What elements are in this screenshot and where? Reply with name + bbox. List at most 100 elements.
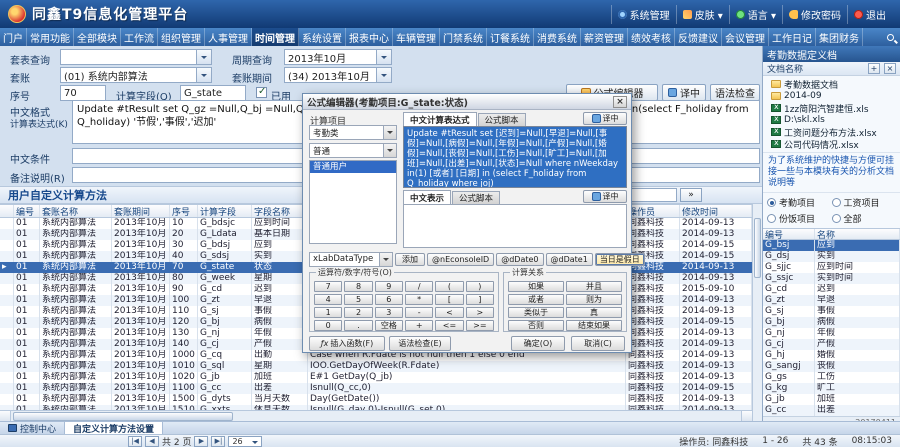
first-page-button[interactable]: |◀ (128, 436, 142, 447)
calc-field-input[interactable]: G_state (180, 85, 246, 101)
panel-table-row[interactable]: G_bj 病假 (763, 317, 900, 328)
menu-tab[interactable]: 全部模块 (74, 28, 121, 46)
keypad-button[interactable]: + (405, 320, 433, 331)
tab-custom-calc-settings[interactable]: 自定义计算方法设置 (65, 422, 163, 434)
seq-input[interactable]: 70 (60, 85, 106, 101)
menu-tab[interactable]: 反馈建议 (675, 28, 722, 46)
menu-tab[interactable]: 系统设置 (299, 28, 346, 46)
tab-cn-display[interactable]: 中文表示 (403, 190, 451, 204)
keypad-button[interactable]: 8 (344, 281, 372, 292)
vertical-scroll-thumb[interactable] (754, 218, 761, 278)
quick-fill-go-button[interactable]: » (680, 188, 702, 202)
titlebar-action-button[interactable]: 系统管理 (611, 5, 676, 24)
keypad-button[interactable]: . (344, 320, 372, 331)
dialog-syntax-check-button[interactable]: 语法检查(E) (389, 336, 451, 351)
keypad-button[interactable]: 9 (375, 281, 403, 292)
keypad-button[interactable]: 2 (344, 307, 372, 318)
titlebar-action-button[interactable]: 退出 (847, 5, 892, 24)
panel-table-row[interactable]: G_nj 年假 (763, 328, 900, 339)
horizontal-scrollbar[interactable] (0, 410, 752, 421)
quick-insert-button[interactable]: 当日是假日 (595, 253, 645, 266)
panel-table-row[interactable]: G_zt 早退 (763, 295, 900, 306)
panel-table-row[interactable]: G_cc 出差 (763, 405, 900, 416)
tree-item[interactable]: 2014-09 (763, 90, 900, 102)
panel-table-row[interactable]: G_bsj 应到 (763, 240, 900, 251)
tab-formula-script-1[interactable]: 公式脚本 (478, 113, 526, 126)
col-account-period[interactable]: 套账期间 (112, 205, 170, 217)
relation-button[interactable]: 结束如果 (566, 320, 622, 331)
next-page-button[interactable]: ▶ (194, 436, 208, 447)
panel-table-row[interactable]: G_jb 加班 (763, 394, 900, 405)
col-field-name[interactable]: 字段名称 (252, 205, 308, 217)
menu-tab[interactable]: 组织管理 (158, 28, 205, 46)
quick-insert-button[interactable]: @nEconsoleID (427, 253, 494, 266)
titlebar-action-button[interactable]: 皮肤 ▾ (676, 5, 729, 24)
tree-item[interactable]: D:\skl.xls (763, 114, 900, 126)
panel-table-row[interactable]: G_sangj 丧假 (763, 361, 900, 372)
quick-insert-button[interactable]: @dDate0 (496, 253, 543, 266)
menu-tab[interactable]: 报表中心 (346, 28, 393, 46)
period-select[interactable]: 2013年10月 (284, 49, 392, 65)
menu-tab[interactable]: 消费系统 (534, 28, 581, 46)
tab-control-center[interactable]: 控制中心 (0, 422, 65, 434)
col-seq[interactable]: 序号 (170, 205, 198, 217)
keypad-button[interactable]: / (405, 281, 433, 292)
panel-table-row[interactable]: G_ssjc 实到时间 (763, 273, 900, 284)
prev-page-button[interactable]: ◀ (145, 436, 159, 447)
keypad-button[interactable]: 7 (314, 281, 342, 292)
menu-search-button[interactable] (880, 28, 900, 46)
keypad-button[interactable]: 6 (375, 294, 403, 305)
dialog-translate-button-2[interactable]: 译中 (583, 190, 627, 203)
panel-table-row[interactable]: G_gs 工伤 (763, 372, 900, 383)
menu-tab[interactable]: 时间管理 (252, 28, 299, 46)
table-row[interactable]: 01 系统内部算法 2013年10月 1020 G_jb 加班 E#1 GetD… (0, 372, 752, 383)
menu-tab[interactable]: 工作日记 (769, 28, 816, 46)
user-type-select[interactable]: 普通 (309, 143, 397, 158)
table-row[interactable]: 01 系统内部算法 2013年10月 1100 G_cc 出差 Isnull(Q… (0, 383, 752, 394)
relation-button[interactable]: 则为 (566, 294, 622, 305)
col-modified-date[interactable]: 修改时间 (680, 205, 752, 217)
category-radio[interactable]: 份饭项目 (767, 212, 832, 225)
tree-item[interactable]: 公司代码情况.xlsx (763, 138, 900, 150)
keypad-button[interactable]: ] (466, 294, 494, 305)
col-item-id[interactable]: 编号 (763, 229, 815, 239)
translate-button[interactable]: 译中 (662, 84, 706, 101)
keypad-button[interactable]: ( (435, 281, 463, 292)
page-size-select[interactable]: 26 (228, 436, 262, 447)
table-row[interactable]: 01 系统内部算法 2013年10月 1010 G_sql 星期 IOO.Get… (0, 361, 752, 372)
menu-tab[interactable]: 门户 (0, 28, 27, 46)
used-checkbox[interactable] (256, 87, 267, 98)
add-button[interactable]: 添加 (395, 253, 425, 266)
menu-tab[interactable]: 薪资管理 (581, 28, 628, 46)
cancel-button[interactable]: 取消(C) (571, 336, 625, 351)
keypad-button[interactable]: 5 (344, 294, 372, 305)
col-operator[interactable]: 操作员 (626, 205, 680, 217)
keypad-button[interactable]: >= (466, 320, 494, 331)
panel-table-row[interactable]: G_sjjc 应到时间 (763, 262, 900, 273)
scroll-right-button[interactable] (741, 411, 752, 421)
menu-tab[interactable]: 绩效考核 (628, 28, 675, 46)
listbox-item[interactable]: 普通用户 (310, 161, 396, 173)
account-period-select[interactable]: (34) 2013年10月 (284, 67, 392, 83)
keypad-button[interactable]: 0 (314, 320, 342, 331)
relation-button[interactable]: 并且 (566, 281, 622, 292)
category-radio[interactable]: 考勤项目 (767, 196, 832, 209)
col-calc-field[interactable]: 计算字段 (198, 205, 252, 217)
ok-button[interactable]: 确定(O) (511, 336, 565, 351)
relation-button[interactable]: 如果 (508, 281, 564, 292)
menu-tab[interactable]: 人事管理 (205, 28, 252, 46)
col-marker[interactable] (0, 205, 14, 217)
panel-table-row[interactable]: G_cj 产假 (763, 339, 900, 350)
dialog-title-bar[interactable]: 公式编辑器(考勤项目:G_state:状态) × (303, 94, 631, 110)
relation-button[interactable]: 否则 (508, 320, 564, 331)
menu-tab[interactable]: 工作流 (121, 28, 158, 46)
dialog-close-button[interactable]: × (613, 96, 627, 108)
panel-table-row[interactable]: G_dsj 实到 (763, 251, 900, 262)
category-radio[interactable]: 工资项目 (832, 196, 897, 209)
table-row[interactable]: 01 系统内部算法 2013年10月 1500 G_dyts 当月天数 Day(… (0, 394, 752, 405)
datatype-select[interactable]: xLabDataType (309, 252, 393, 267)
account-select[interactable]: (01) 系统内部算法 (60, 67, 212, 83)
keypad-button[interactable]: 4 (314, 294, 342, 305)
col-item-name[interactable]: 名称 (815, 229, 900, 239)
tree-item[interactable]: 1zz简阳汽智建恒.xls (763, 102, 900, 114)
